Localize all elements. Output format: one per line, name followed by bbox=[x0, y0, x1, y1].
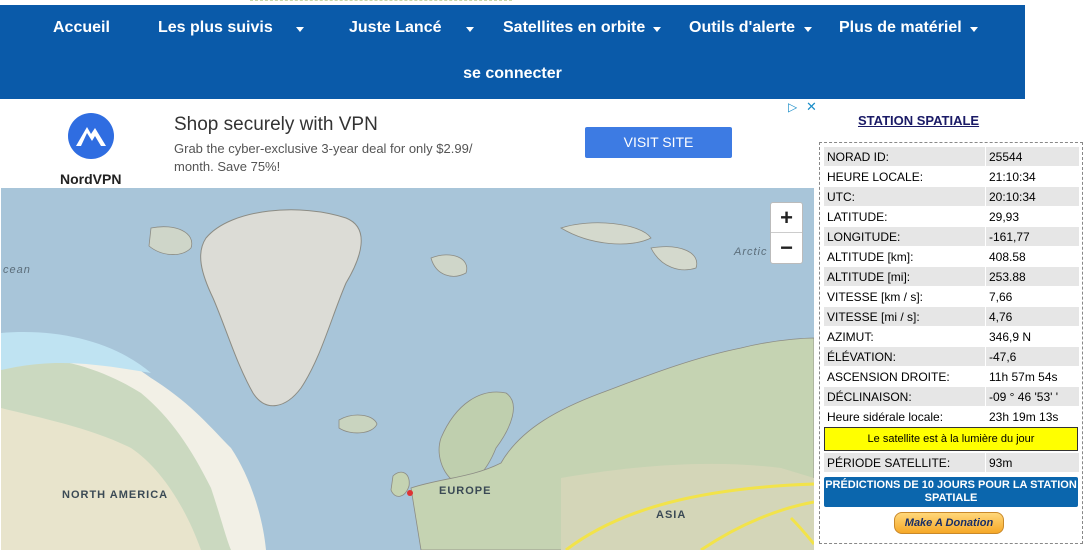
info-value: 29,93 bbox=[989, 209, 1020, 224]
info-value: 253.88 bbox=[986, 267, 1079, 286]
period-label: PÉRIODE SATELLITE: bbox=[824, 453, 985, 472]
period-table: PÉRIODE SATELLITE: 93m bbox=[823, 452, 1080, 473]
info-value: 20:10:34 bbox=[986, 187, 1079, 206]
info-row: ALTITUDE [mi]: 253.88 bbox=[824, 267, 1079, 286]
info-row: VITESSE [mi / s]: 4,76 bbox=[824, 307, 1079, 326]
close-icon[interactable]: ✕ bbox=[806, 99, 817, 115]
info-value: 23h 19m 13s bbox=[989, 409, 1059, 424]
info-row: ASCENSION DROITE: 11h 57m 54s bbox=[824, 367, 1079, 386]
zoom-out-button[interactable]: − bbox=[771, 233, 802, 262]
info-row: VITESSE [km / s]: 7,66 bbox=[824, 287, 1079, 306]
predictions-button[interactable]: PRÉDICTIONS DE 10 JOURS POUR LA STATION … bbox=[824, 477, 1078, 507]
info-row: DÉCLINAISON: -09 ° 46 '53' ' bbox=[824, 387, 1079, 406]
nav-item-accueil[interactable]: Accueil bbox=[53, 19, 110, 37]
ad-text: Grab the cyber-exclusive 3-year deal for… bbox=[174, 141, 473, 174]
info-value: 346,9 N bbox=[989, 329, 1032, 344]
info-key: Heure sidérale locale: bbox=[827, 409, 944, 424]
info-value: 25544 bbox=[986, 147, 1079, 166]
info-value: 408.58 bbox=[989, 249, 1026, 264]
nav-item-plus-de-materiel[interactable]: Plus de matériel bbox=[839, 19, 962, 37]
info-row: Heure sidérale locale: 23h 19m 13s bbox=[824, 407, 1079, 426]
info-key: ALTITUDE [mi]: bbox=[824, 267, 985, 286]
info-key: LATITUDE: bbox=[827, 209, 888, 224]
info-row: LATITUDE: 29,93 bbox=[824, 207, 1079, 226]
map-label-arctic: Arctic bbox=[734, 246, 768, 258]
map-label-ocean: cean bbox=[3, 264, 31, 276]
satellite-info-panel: NORAD ID: 25544 HEURE LOCALE: 21:10:34 UTC: 2… bbox=[819, 142, 1083, 544]
chevron-down-icon[interactable] bbox=[804, 27, 812, 32]
chevron-down-icon[interactable] bbox=[970, 27, 978, 32]
top-divider bbox=[250, 0, 512, 3]
info-row: HEURE LOCALE: 21:10:34 bbox=[824, 167, 1079, 186]
info-value: -161,77 bbox=[986, 227, 1079, 246]
nav-item-les-plus-suivis[interactable]: Les plus suivis bbox=[158, 19, 273, 37]
info-key: ALTITUDE [km]: bbox=[827, 249, 914, 264]
info-value: -47,6 bbox=[986, 347, 1079, 366]
chevron-down-icon[interactable] bbox=[466, 27, 474, 32]
info-value: 4,76 bbox=[986, 307, 1079, 326]
info-value: 11h 57m 54s bbox=[989, 369, 1058, 384]
mountain-icon bbox=[68, 113, 114, 159]
chevron-down-icon[interactable] bbox=[296, 27, 304, 32]
info-key: NORAD ID: bbox=[824, 147, 985, 166]
main-nav: Accueil Les plus suivis Juste Lancé Sate… bbox=[0, 5, 1025, 99]
panel-title[interactable]: STATION SPATIALE bbox=[858, 113, 979, 128]
visit-site-button[interactable]: VISIT SITE bbox=[585, 127, 732, 158]
info-key: LONGITUDE: bbox=[824, 227, 985, 246]
period-value: 93m bbox=[986, 453, 1079, 472]
ad-brand: NordVPN bbox=[60, 171, 122, 187]
info-value: -09 ° 46 '53' ' bbox=[986, 387, 1079, 406]
map-label-europe: EUROPE bbox=[439, 485, 492, 497]
zoom-in-button[interactable]: + bbox=[771, 203, 802, 232]
info-row: UTC: 20:10:34 bbox=[824, 187, 1079, 206]
info-row: ALTITUDE [km]: 408.58 bbox=[824, 247, 1079, 266]
info-key: ASCENSION DROITE: bbox=[827, 369, 950, 384]
info-key: ÉLÉVATION: bbox=[824, 347, 985, 366]
sunlight-status: Le satellite est à la lumière du jour bbox=[824, 427, 1078, 451]
zoom-control: + − bbox=[770, 202, 803, 264]
login-link[interactable]: se connecter bbox=[0, 65, 1025, 83]
map-label-north-america: NORTH AMERICA bbox=[62, 489, 169, 501]
info-key: AZIMUT: bbox=[827, 329, 874, 344]
info-row: NORAD ID: 25544 bbox=[824, 147, 1079, 166]
info-key: UTC: bbox=[824, 187, 985, 206]
adchoices-icon[interactable]: ▷ bbox=[788, 100, 797, 114]
ad-banner[interactable]: NordVPN Shop securely with VPN Grab the … bbox=[1, 99, 818, 187]
map-label-asia: ASIA bbox=[656, 509, 687, 521]
donate-button[interactable]: Make A Donation bbox=[894, 512, 1004, 534]
info-key: VITESSE [mi / s]: bbox=[824, 307, 985, 326]
info-value: 21:10:34 bbox=[989, 169, 1036, 184]
satellite-info-table: NORAD ID: 25544 HEURE LOCALE: 21:10:34 UTC: 2… bbox=[823, 146, 1080, 427]
info-key: HEURE LOCALE: bbox=[827, 169, 924, 184]
info-value: 7,66 bbox=[989, 289, 1013, 304]
nav-item-outils-alerte[interactable]: Outils d'alerte bbox=[689, 19, 795, 37]
info-key: DÉCLINAISON: bbox=[824, 387, 985, 406]
nav-item-juste-lance[interactable]: Juste Lancé bbox=[349, 19, 441, 37]
info-key: VITESSE [km / s]: bbox=[827, 289, 924, 304]
info-row: ÉLÉVATION: -47,6 bbox=[824, 347, 1079, 366]
info-row: AZIMUT: 346,9 N bbox=[824, 327, 1079, 346]
nav-item-satellites-en-orbite[interactable]: Satellites en orbite bbox=[503, 19, 645, 37]
ad-title[interactable]: Shop securely with VPN bbox=[174, 114, 378, 136]
info-row: LONGITUDE: -161,77 bbox=[824, 227, 1079, 246]
satellite-map[interactable]: + − cean Arctic NORTH AMERICA EUROPE ASI… bbox=[1, 188, 814, 550]
chevron-down-icon[interactable] bbox=[653, 27, 661, 32]
